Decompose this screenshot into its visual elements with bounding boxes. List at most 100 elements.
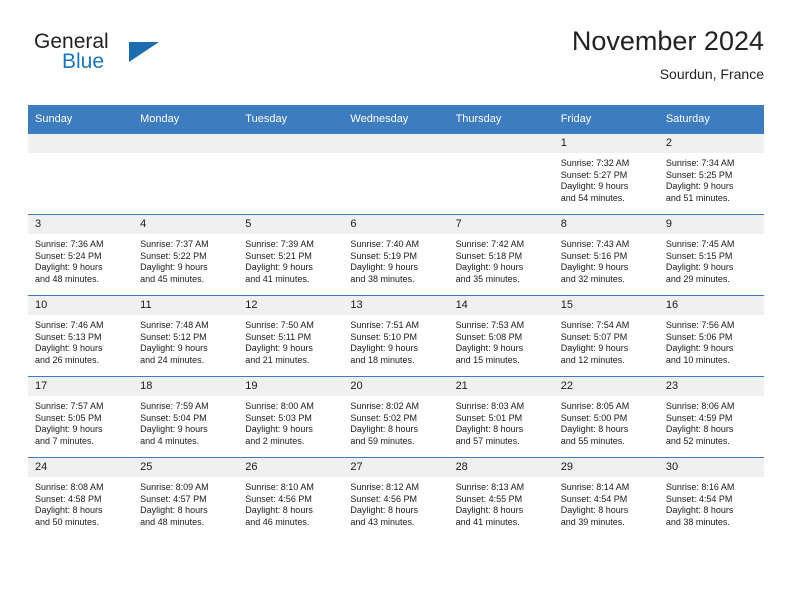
day-number — [28, 134, 134, 153]
daylight-text-line1: Daylight: 9 hours — [35, 424, 103, 435]
sunrise-text: Sunrise: 7:36 AM — [35, 239, 104, 249]
calendar-day-cell[interactable]: 19 Sunrise: 8:00 AM Sunset: 5:03 PM Dayligh… — [238, 376, 344, 458]
sunrise-text: Sunrise: 7:57 AM — [35, 401, 104, 411]
sunset-text: Sunset: 5:03 PM — [245, 412, 312, 423]
calendar-body: 1 Sunrise: 7:32 AM Sunset: 5:27 PM Daylight… — [28, 133, 764, 538]
calendar-day-cell[interactable]: 15 Sunrise: 7:54 AM Sunset: 5:07 PM Dayligh… — [553, 295, 659, 377]
day-number: 13 — [343, 296, 449, 315]
calendar-day-cell[interactable]: 10 Sunrise: 7:46 AM Sunset: 5:13 PM Dayligh… — [28, 295, 134, 377]
daylight-text-line2: and 26 minutes. — [35, 354, 100, 365]
day-details: Sunrise: 7:37 AM Sunset: 5:22 PM Daylight:… — [133, 234, 238, 285]
calendar-day-cell[interactable]: 18 Sunrise: 7:59 AM Sunset: 5:04 PM Dayligh… — [133, 376, 239, 458]
day-details: Sunrise: 7:50 AM Sunset: 5:11 PM Daylight:… — [238, 315, 343, 366]
day-details: Sunrise: 8:00 AM Sunset: 5:03 PM Daylight:… — [238, 396, 343, 447]
calendar-day-cell[interactable]: 16 Sunrise: 7:56 AM Sunset: 5:06 PM Dayligh… — [658, 295, 764, 377]
calendar-day-cell[interactable]: 12 Sunrise: 7:50 AM Sunset: 5:11 PM Dayligh… — [238, 295, 344, 377]
daylight-text-line1: Daylight: 9 hours — [140, 343, 208, 354]
day-details: Sunrise: 7:42 AM Sunset: 5:18 PM Daylight:… — [449, 234, 554, 285]
calendar-day-cell[interactable]: 9 Sunrise: 7:45 AM Sunset: 5:15 PM Daylight… — [658, 214, 764, 296]
calendar-day-cell-empty — [133, 133, 239, 215]
day-details: Sunrise: 7:45 AM Sunset: 5:15 PM Daylight:… — [659, 234, 764, 285]
calendar-day-cell[interactable]: 6 Sunrise: 7:40 AM Sunset: 5:19 PM Daylight… — [343, 214, 449, 296]
daylight-text-line2: and 41 minutes. — [455, 516, 520, 527]
daylight-text-line2: and 48 minutes. — [140, 516, 205, 527]
daylight-text-line2: and 10 minutes. — [665, 354, 730, 365]
general-blue-logo[interactable]: General Blue — [28, 28, 228, 84]
calendar-day-cell[interactable]: 17 Sunrise: 7:57 AM Sunset: 5:05 PM Dayligh… — [28, 376, 134, 458]
calendar-day-cell[interactable]: 24 Sunrise: 8:08 AM Sunset: 4:58 PM Dayligh… — [28, 457, 134, 538]
day-number: 4 — [133, 215, 239, 234]
calendar-day-cell[interactable]: 7 Sunrise: 7:42 AM Sunset: 5:18 PM Daylight… — [448, 214, 554, 296]
calendar-day-cell[interactable]: 20 Sunrise: 8:02 AM Sunset: 5:02 PM Dayligh… — [343, 376, 449, 458]
day-details: Sunrise: 8:08 AM Sunset: 4:58 PM Daylight:… — [28, 477, 133, 528]
sunset-text: Sunset: 5:18 PM — [455, 250, 523, 261]
calendar-day-cell[interactable]: 1 Sunrise: 7:32 AM Sunset: 5:27 PM Daylight… — [553, 133, 659, 215]
daylight-text-line1: Daylight: 8 hours — [560, 424, 629, 435]
day-number: 26 — [238, 458, 344, 477]
weekday-header-tuesday: Tuesday — [238, 105, 344, 134]
daylight-text-line2: and 41 minutes. — [245, 273, 310, 284]
sunrise-text: Sunrise: 7:51 AM — [350, 320, 419, 330]
calendar-day-cell[interactable]: 8 Sunrise: 7:43 AM Sunset: 5:16 PM Daylight… — [553, 214, 659, 296]
calendar-week-row: 3 Sunrise: 7:36 AM Sunset: 5:24 PM Daylight… — [28, 214, 764, 296]
sunrise-text: Sunrise: 7:56 AM — [665, 320, 735, 330]
calendar-day-cell[interactable]: 11 Sunrise: 7:48 AM Sunset: 5:12 PM Dayligh… — [133, 295, 239, 377]
sunset-text: Sunset: 4:54 PM — [665, 493, 733, 504]
calendar-day-cell[interactable]: 30 Sunrise: 8:16 AM Sunset: 4:54 PM Dayligh… — [658, 457, 764, 538]
daylight-text-line2: and 57 minutes. — [455, 435, 520, 446]
sunrise-text: Sunrise: 8:05 AM — [560, 401, 630, 411]
day-details: Sunrise: 8:16 AM Sunset: 4:54 PM Daylight:… — [659, 477, 764, 528]
day-number: 7 — [448, 215, 554, 234]
daylight-text-line2: and 7 minutes. — [35, 435, 95, 446]
calendar-week-row: 17 Sunrise: 7:57 AM Sunset: 5:05 PM Dayligh… — [28, 376, 764, 458]
daylight-text-line1: Daylight: 9 hours — [560, 181, 629, 192]
day-details: Sunrise: 8:13 AM Sunset: 4:55 PM Daylight:… — [449, 477, 554, 528]
daylight-text-line2: and 59 minutes. — [350, 435, 415, 446]
calendar-day-cell-empty — [448, 133, 554, 215]
sunset-text: Sunset: 5:27 PM — [560, 169, 628, 180]
day-number: 23 — [658, 377, 764, 396]
calendar-day-cell[interactable]: 25 Sunrise: 8:09 AM Sunset: 4:57 PM Dayligh… — [133, 457, 239, 538]
page-title: November 2024 — [571, 26, 764, 56]
sunrise-text: Sunrise: 7:50 AM — [245, 320, 314, 330]
calendar-day-cell[interactable]: 27 Sunrise: 8:12 AM Sunset: 4:56 PM Dayligh… — [343, 457, 449, 538]
sunrise-text: Sunrise: 7:48 AM — [140, 320, 209, 330]
daylight-text-line2: and 51 minutes. — [665, 192, 730, 203]
day-details: Sunrise: 7:51 AM Sunset: 5:10 PM Daylight:… — [343, 315, 448, 366]
day-number: 16 — [658, 296, 764, 315]
calendar-day-cell[interactable]: 29 Sunrise: 8:14 AM Sunset: 4:54 PM Dayligh… — [553, 457, 659, 538]
daylight-text-line1: Daylight: 8 hours — [665, 505, 734, 516]
calendar-day-cell[interactable]: 3 Sunrise: 7:36 AM Sunset: 5:24 PM Daylight… — [28, 214, 134, 296]
calendar-day-cell[interactable]: 21 Sunrise: 8:03 AM Sunset: 5:01 PM Dayligh… — [448, 376, 554, 458]
calendar-day-cell[interactable]: 14 Sunrise: 7:53 AM Sunset: 5:08 PM Dayligh… — [448, 295, 554, 377]
sunrise-text: Sunrise: 7:42 AM — [455, 239, 525, 249]
day-details: Sunrise: 8:06 AM Sunset: 4:59 PM Daylight:… — [659, 396, 764, 447]
calendar-day-cell[interactable]: 2 Sunrise: 7:34 AM Sunset: 5:25 PM Daylight… — [658, 133, 764, 215]
day-details: Sunrise: 7:32 AM Sunset: 5:27 PM Daylight:… — [554, 153, 659, 204]
sunrise-text: Sunrise: 7:32 AM — [560, 158, 630, 168]
page-header: General Blue November 2024 Sourdun, Fran… — [28, 26, 764, 98]
day-number: 3 — [28, 215, 134, 234]
sunset-text: Sunset: 5:25 PM — [665, 169, 733, 180]
day-number: 15 — [553, 296, 659, 315]
day-details: Sunrise: 7:39 AM Sunset: 5:21 PM Daylight:… — [238, 234, 343, 285]
daylight-text-line1: Daylight: 9 hours — [455, 262, 524, 273]
daylight-text-line1: Daylight: 8 hours — [455, 505, 524, 516]
calendar-day-cell[interactable]: 22 Sunrise: 8:05 AM Sunset: 5:00 PM Dayligh… — [553, 376, 659, 458]
sunset-text: Sunset: 5:01 PM — [455, 412, 523, 423]
calendar-day-cell[interactable]: 28 Sunrise: 8:13 AM Sunset: 4:55 PM Dayligh… — [448, 457, 554, 538]
daylight-text-line2: and 21 minutes. — [245, 354, 310, 365]
daylight-text-line1: Daylight: 8 hours — [455, 424, 524, 435]
sunrise-text: Sunrise: 8:10 AM — [245, 482, 314, 492]
sunset-text: Sunset: 4:58 PM — [35, 493, 102, 504]
calendar-day-cell[interactable]: 5 Sunrise: 7:39 AM Sunset: 5:21 PM Daylight… — [238, 214, 344, 296]
day-number: 11 — [133, 296, 239, 315]
sunrise-text: Sunrise: 8:09 AM — [140, 482, 209, 492]
daylight-text-line1: Daylight: 9 hours — [245, 424, 313, 435]
sunset-text: Sunset: 5:04 PM — [140, 412, 207, 423]
calendar-day-cell[interactable]: 26 Sunrise: 8:10 AM Sunset: 4:56 PM Dayligh… — [238, 457, 344, 538]
calendar-day-cell[interactable]: 23 Sunrise: 8:06 AM Sunset: 4:59 PM Dayligh… — [658, 376, 764, 458]
day-number: 9 — [658, 215, 764, 234]
calendar-day-cell[interactable]: 4 Sunrise: 7:37 AM Sunset: 5:22 PM Daylight… — [133, 214, 239, 296]
calendar-day-cell[interactable]: 13 Sunrise: 7:51 AM Sunset: 5:10 PM Dayligh… — [343, 295, 449, 377]
